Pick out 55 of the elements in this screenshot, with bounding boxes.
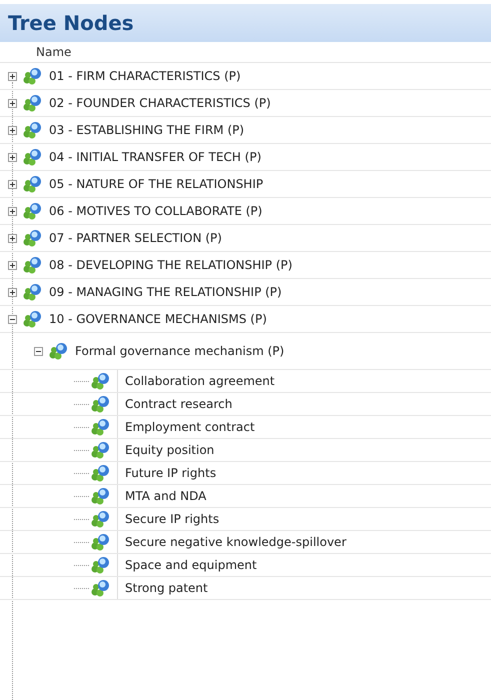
node-icon [23,283,43,301]
collapse-icon[interactable] [8,314,17,324]
node-icon [91,533,111,551]
node-icon [23,202,43,220]
node-icon [23,229,43,247]
node-label[interactable]: 09 - MANAGING THE RELATIONSHIP (P) [49,285,282,299]
expand-icon[interactable] [8,126,17,134]
node-label[interactable]: 06 - MOTIVES TO COLLABORATE (P) [49,204,262,218]
node-icon [23,148,43,166]
node-label[interactable]: 02 - FOUNDER CHARACTERISTICS (P) [49,96,271,110]
panel-title: Tree Nodes [0,4,491,42]
expand-icon[interactable] [8,234,17,242]
node-label[interactable]: Formal governance mechanism (P) [75,344,284,358]
node-icon [91,372,111,390]
expand-icon[interactable] [8,180,17,188]
node-label[interactable]: 01 - FIRM CHARACTERISTICS (P) [49,69,241,83]
node-icon [23,121,43,139]
node-label[interactable]: 08 - DEVELOPING THE RELATIONSHIP (P) [49,258,292,272]
node-icon [91,395,111,413]
node-label[interactable]: Collaboration agreement [117,370,275,392]
node-label[interactable]: 03 - ESTABLISHING THE FIRM (P) [49,123,244,137]
collapse-icon[interactable] [34,346,43,356]
column-header[interactable]: Name [36,45,72,59]
node-icon [91,441,111,459]
node-icon [23,310,43,328]
node-label[interactable]: 07 - PARTNER SELECTION (P) [49,231,222,245]
node-icon [91,510,111,528]
node-icon [23,175,43,193]
node-label[interactable]: Future IP rights [117,462,216,484]
node-label[interactable]: 05 - NATURE OF THE RELATIONSHIP [49,177,264,191]
node-icon [91,556,111,574]
node-icon [91,464,111,482]
node-icon [49,342,69,360]
node-icon [23,94,43,112]
node-icon [91,418,111,436]
node-icon [23,256,43,274]
node-label[interactable]: MTA and NDA [117,485,206,507]
node-label[interactable]: Secure IP rights [117,508,220,530]
expand-icon[interactable] [8,260,17,270]
node-label[interactable]: 10 - GOVERNANCE MECHANISMS (P) [49,312,267,326]
expand-icon[interactable] [8,98,17,108]
node-label[interactable]: 04 - INITIAL TRANSFER OF TECH (P) [49,150,262,164]
node-label[interactable]: Equity position [117,439,214,461]
node-label[interactable]: Employment contract [117,416,255,438]
expand-icon[interactable] [8,288,17,296]
node-label[interactable]: Strong patent [117,577,208,599]
node-icon [91,487,111,505]
expand-icon[interactable] [8,206,17,216]
expand-icon[interactable] [8,152,17,162]
node-label[interactable]: Secure negative knowledge-spillover [117,531,346,553]
node-icon [91,579,111,597]
node-icon [23,67,43,85]
expand-icon[interactable] [8,72,17,80]
node-label[interactable]: Space and equipment [117,554,257,576]
node-label[interactable]: Contract research [117,393,232,415]
